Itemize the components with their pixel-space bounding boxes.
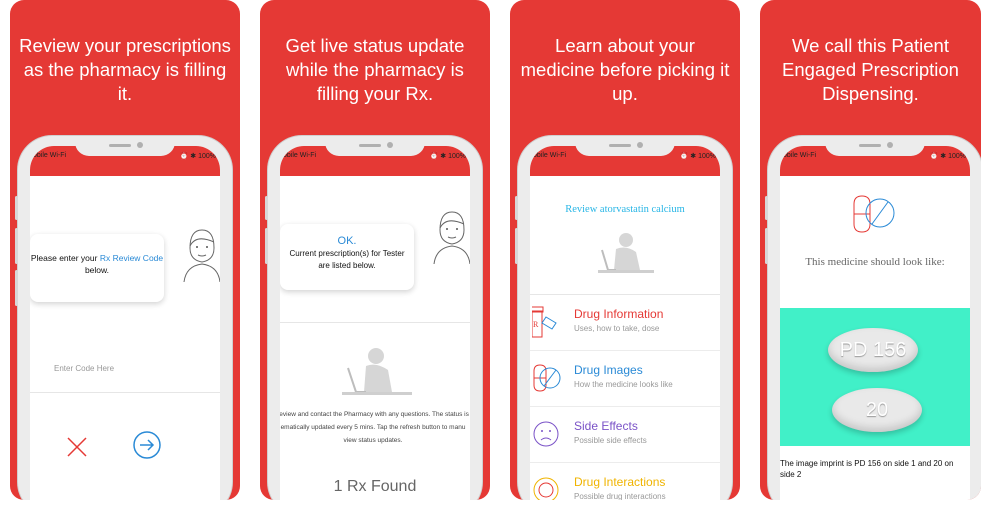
- battery-label: ⏰ ✱ 100%: [180, 152, 216, 160]
- bubble-text-suffix: below.: [84, 265, 110, 275]
- divider: [30, 392, 220, 393]
- bubble-text: Current prescription(s) for Tester are l…: [289, 249, 405, 270]
- battery-label: ⏰ ✱ 100%: [430, 152, 466, 160]
- alarm-icon: ⏰ ✱: [679, 153, 699, 160]
- review-drug-title: Review atorvastatin calcium: [565, 204, 685, 215]
- phone-frame: obile Wi-Fi ⏰ ✱ 100% Review atorvastatin…: [515, 136, 732, 500]
- status-speech-bubble: OK. Current prescription(s) for Tester a…: [280, 224, 414, 290]
- panel-caption: Learn about your medicine before picking…: [520, 35, 730, 104]
- speaker: [859, 144, 881, 147]
- phone-screen: obile Wi-Fi ⏰ ✱ 100% Please enter your R…: [30, 146, 220, 500]
- side-button: [15, 228, 18, 264]
- alarm-icon: ⏰ ✱: [929, 153, 949, 160]
- camera: [387, 142, 393, 148]
- side-button: [515, 196, 518, 220]
- sad-face-icon: [533, 421, 559, 447]
- divider: [280, 322, 470, 323]
- battery-percent: 100%: [948, 153, 966, 160]
- phone-frame: obile Wi-Fi ⏰ ✱ 100% This medicine shoul…: [765, 136, 981, 500]
- pill-bottle-icon: R: [532, 306, 557, 338]
- phone-frame: obile Wi-Fi ⏰ ✱ 100% OK. Current prescri…: [265, 136, 482, 500]
- camera: [137, 142, 143, 148]
- panel-caption: We call this Patient Engaged Prescriptio…: [782, 35, 959, 104]
- menu-title: Drug Information: [574, 307, 664, 321]
- speaker: [609, 144, 631, 147]
- alarm-icon: ⏰ ✱: [429, 153, 449, 160]
- pharmacist-avatar-icon: [433, 211, 470, 264]
- camera: [637, 142, 643, 148]
- menu-subtitle: Possible drug interactions: [574, 492, 666, 500]
- carrier-label: obile Wi-Fi: [533, 152, 567, 159]
- rx-review-code-link[interactable]: Rx Review Code: [100, 253, 163, 263]
- pill-image: PD 156 20: [780, 308, 970, 446]
- code-speech-bubble: Please enter your Rx Review Code below.: [30, 234, 164, 302]
- look-like-label: This medicine should look like:: [805, 256, 945, 268]
- side-button: [15, 270, 18, 306]
- screenshot-panel-3: Learn about your medicine before picking…: [510, 0, 740, 500]
- menu-drug-images[interactable]: Drug Images How the medicine looks like: [530, 351, 720, 407]
- side-button: [265, 196, 268, 220]
- pill-top: PD 156: [828, 328, 918, 372]
- capsule-icon: [853, 195, 895, 233]
- menu-side-effects[interactable]: Side Effects Possible side effects: [530, 407, 720, 463]
- menu-subtitle: Possible side effects: [574, 436, 647, 445]
- status-info-text: review and contact the Pharmacy with any…: [280, 411, 469, 444]
- bubble-text-prefix: Please enter your: [30, 253, 100, 263]
- screenshot-panel-4: We call this Patient Engaged Prescriptio…: [760, 0, 981, 500]
- person-at-computer-icon: [598, 233, 654, 273]
- side-button: [265, 228, 268, 264]
- phone-screen: obile Wi-Fi ⏰ ✱ 100% Review atorvastatin…: [530, 146, 720, 500]
- carrier-label: obile Wi-Fi: [33, 152, 67, 159]
- screenshot-panel-2: Get live status update while the pharmac…: [260, 0, 490, 500]
- menu-subtitle: How the medicine looks like: [574, 380, 673, 389]
- submit-arrow-icon[interactable]: [132, 430, 162, 460]
- phone-frame: obile Wi-Fi ⏰ ✱ 100% Please enter your R…: [15, 136, 232, 500]
- menu-title: Side Effects: [574, 419, 638, 433]
- phone-screen: obile Wi-Fi ⏰ ✱ 100% This medicine shoul…: [780, 146, 970, 500]
- menu-subtitle: Uses, how to take, dose: [574, 324, 660, 333]
- camera: [887, 142, 893, 148]
- alarm-icon: ⏰ ✱: [179, 153, 199, 160]
- speaker: [359, 144, 381, 147]
- cancel-x-icon[interactable]: [66, 436, 88, 458]
- battery-label: ⏰ ✱ 100%: [930, 152, 966, 160]
- battery-label: ⏰ ✱ 100%: [680, 152, 716, 160]
- menu-title: Drug Images: [574, 363, 643, 377]
- panel-caption: Review your prescriptions as the pharmac…: [19, 35, 231, 104]
- side-button: [765, 228, 768, 264]
- person-at-computer-icon: [342, 348, 412, 395]
- side-button: [515, 228, 518, 264]
- screenshot-panel-1: Review your prescriptions as the pharmac…: [10, 0, 240, 500]
- menu-title: Drug Interactions: [574, 475, 666, 489]
- panel-caption: Get live status update while the pharmac…: [285, 35, 465, 104]
- imprint-text: The image imprint is PD 156 on side 1 an…: [780, 459, 954, 479]
- carrier-label: obile Wi-Fi: [283, 152, 317, 159]
- phone-notch: [575, 136, 675, 156]
- speaker: [109, 144, 131, 147]
- capsule-icon: [533, 364, 561, 392]
- battery-percent: 100%: [198, 153, 216, 160]
- phone-notch: [325, 136, 425, 156]
- phone-notch: [825, 136, 925, 156]
- carrier-label: obile Wi-Fi: [783, 152, 817, 159]
- menu-drug-interactions[interactable]: Drug Interactions Possible drug interact…: [530, 463, 720, 500]
- bubble-title: OK.: [337, 235, 357, 247]
- interaction-icon: [533, 477, 559, 500]
- pill-bottom: 20: [832, 388, 922, 432]
- phone-screen: obile Wi-Fi ⏰ ✱ 100% OK. Current prescri…: [280, 146, 470, 500]
- svg-text:R: R: [533, 320, 539, 329]
- battery-percent: 100%: [698, 153, 716, 160]
- menu-drug-information[interactable]: R Drug Information Uses, how to take, do…: [530, 295, 720, 351]
- code-input[interactable]: Enter Code Here: [54, 364, 114, 373]
- battery-percent: 100%: [448, 153, 466, 160]
- rx-found-count: 1 Rx Found: [333, 478, 417, 495]
- phone-notch: [75, 136, 175, 156]
- pharmacist-avatar-icon: [183, 229, 220, 282]
- side-button: [15, 196, 18, 220]
- side-button: [765, 196, 768, 220]
